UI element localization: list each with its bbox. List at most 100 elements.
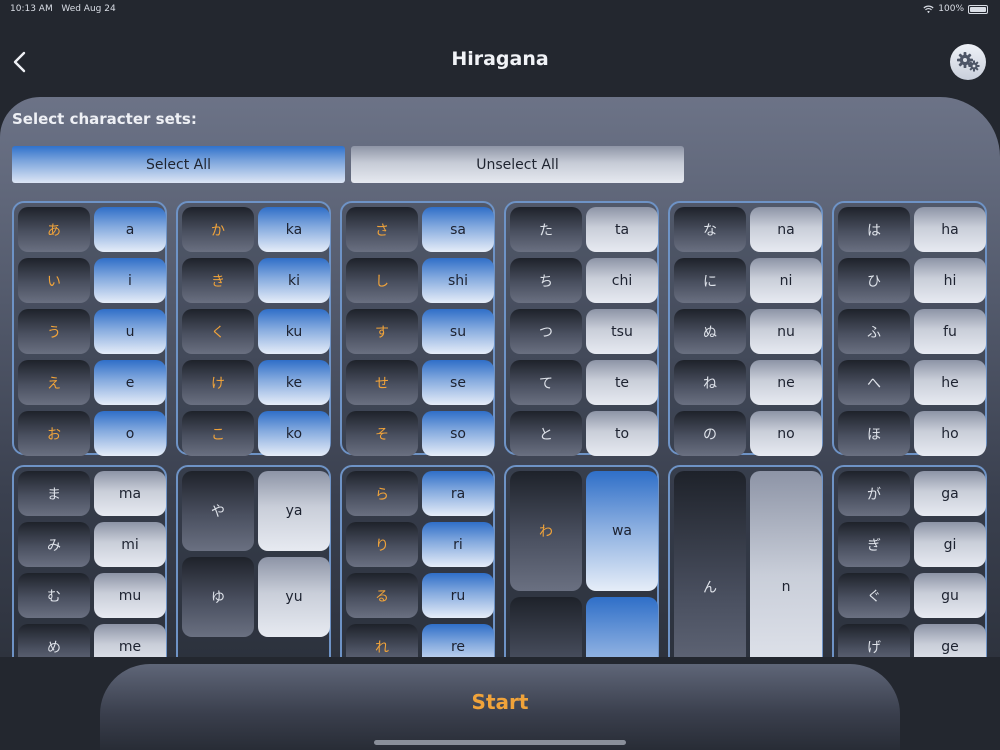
romaji-cell[interactable]: ru: [422, 573, 494, 618]
character-set-group[interactable]: さ sa し shi す su せ se そ so: [340, 201, 495, 456]
kana-cell[interactable]: つ: [510, 309, 582, 354]
romaji-cell[interactable]: na: [750, 207, 822, 252]
character-set-group[interactable]: んn: [668, 465, 823, 657]
romaji-cell[interactable]: me: [94, 624, 166, 657]
romaji-cell[interactable]: ge: [914, 624, 986, 657]
romaji-cell[interactable]: ki: [258, 258, 330, 303]
kana-cell[interactable]: す: [346, 309, 418, 354]
character-set-group[interactable]: な na に ni ぬ nu ね ne の no: [668, 201, 823, 456]
romaji-cell[interactable]: ma: [94, 471, 166, 516]
romaji-cell[interactable]: ha: [914, 207, 986, 252]
romaji-cell[interactable]: yu: [258, 557, 330, 637]
kana-cell[interactable]: わ: [510, 471, 582, 591]
kana-cell[interactable]: は: [838, 207, 910, 252]
kana-cell[interactable]: お: [18, 411, 90, 456]
romaji-cell[interactable]: ri: [422, 522, 494, 567]
romaji-cell[interactable]: e: [94, 360, 166, 405]
romaji-cell[interactable]: ka: [258, 207, 330, 252]
romaji-cell[interactable]: a: [94, 207, 166, 252]
kana-cell[interactable]: に: [674, 258, 746, 303]
character-set-group[interactable]: た ta ち chi つ tsu て te と to: [504, 201, 659, 456]
character-set-group[interactable]: ま ma み mi む mu め me: [12, 465, 167, 657]
kana-cell[interactable]: ひ: [838, 258, 910, 303]
romaji-cell[interactable]: nu: [750, 309, 822, 354]
kana-cell[interactable]: な: [674, 207, 746, 252]
character-set-group[interactable]: か ka き ki く ku け ke こ ko: [176, 201, 331, 456]
kana-cell[interactable]: て: [510, 360, 582, 405]
romaji-cell[interactable]: wa: [586, 471, 658, 591]
start-button[interactable]: Start: [100, 664, 900, 750]
kana-cell[interactable]: あ: [18, 207, 90, 252]
kana-cell[interactable]: ん: [674, 471, 746, 657]
romaji-cell[interactable]: he: [914, 360, 986, 405]
kana-cell[interactable]: ほ: [838, 411, 910, 456]
kana-cell[interactable]: さ: [346, 207, 418, 252]
kana-cell[interactable]: げ: [838, 624, 910, 657]
kana-cell[interactable]: る: [346, 573, 418, 618]
kana-cell[interactable]: と: [510, 411, 582, 456]
kana-cell[interactable]: り: [346, 522, 418, 567]
romaji-cell[interactable]: te: [586, 360, 658, 405]
select-all-button[interactable]: Select All: [12, 146, 345, 183]
kana-cell[interactable]: ち: [510, 258, 582, 303]
romaji-cell[interactable]: n: [750, 471, 822, 657]
kana-cell[interactable]: う: [18, 309, 90, 354]
kana-cell[interactable]: え: [18, 360, 90, 405]
romaji-cell[interactable]: ga: [914, 471, 986, 516]
kana-cell[interactable]: む: [18, 573, 90, 618]
romaji-cell[interactable]: sa: [422, 207, 494, 252]
kana-cell[interactable]: け: [182, 360, 254, 405]
kana-cell-partial[interactable]: [510, 597, 582, 657]
romaji-cell[interactable]: so: [422, 411, 494, 456]
romaji-cell[interactable]: ra: [422, 471, 494, 516]
kana-cell[interactable]: ぎ: [838, 522, 910, 567]
kana-cell[interactable]: こ: [182, 411, 254, 456]
unselect-all-button[interactable]: Unselect All: [351, 146, 684, 183]
romaji-cell[interactable]: ni: [750, 258, 822, 303]
character-set-group[interactable]: や ya ゆ yu: [176, 465, 331, 657]
kana-cell[interactable]: き: [182, 258, 254, 303]
romaji-cell[interactable]: re: [422, 624, 494, 657]
settings-button[interactable]: [950, 44, 986, 80]
romaji-cell[interactable]: ko: [258, 411, 330, 456]
romaji-cell[interactable]: no: [750, 411, 822, 456]
kana-cell[interactable]: ゆ: [182, 557, 254, 637]
romaji-cell[interactable]: hi: [914, 258, 986, 303]
romaji-cell[interactable]: ku: [258, 309, 330, 354]
kana-cell[interactable]: ふ: [838, 309, 910, 354]
romaji-cell[interactable]: fu: [914, 309, 986, 354]
romaji-cell[interactable]: to: [586, 411, 658, 456]
kana-cell[interactable]: か: [182, 207, 254, 252]
kana-cell[interactable]: い: [18, 258, 90, 303]
romaji-cell[interactable]: u: [94, 309, 166, 354]
romaji-cell[interactable]: gi: [914, 522, 986, 567]
kana-cell[interactable]: ぐ: [838, 573, 910, 618]
romaji-cell-partial[interactable]: [586, 597, 658, 657]
romaji-cell[interactable]: ta: [586, 207, 658, 252]
romaji-cell[interactable]: i: [94, 258, 166, 303]
character-set-group[interactable]: が ga ぎ gi ぐ gu げ ge: [832, 465, 987, 657]
romaji-cell[interactable]: ne: [750, 360, 822, 405]
character-set-group[interactable]: わ wa: [504, 465, 659, 657]
romaji-cell[interactable]: mi: [94, 522, 166, 567]
romaji-cell[interactable]: su: [422, 309, 494, 354]
romaji-cell[interactable]: gu: [914, 573, 986, 618]
kana-cell[interactable]: せ: [346, 360, 418, 405]
character-set-group[interactable]: は ha ひ hi ふ fu へ he ほ ho: [832, 201, 987, 456]
romaji-cell[interactable]: shi: [422, 258, 494, 303]
romaji-cell[interactable]: ho: [914, 411, 986, 456]
romaji-cell[interactable]: ya: [258, 471, 330, 551]
romaji-cell[interactable]: o: [94, 411, 166, 456]
kana-cell[interactable]: し: [346, 258, 418, 303]
kana-cell[interactable]: へ: [838, 360, 910, 405]
kana-cell[interactable]: ね: [674, 360, 746, 405]
kana-cell[interactable]: の: [674, 411, 746, 456]
kana-cell[interactable]: く: [182, 309, 254, 354]
kana-cell[interactable]: ら: [346, 471, 418, 516]
kana-cell[interactable]: ぬ: [674, 309, 746, 354]
romaji-cell[interactable]: se: [422, 360, 494, 405]
character-set-group[interactable]: ら ra り ri る ru れ re: [340, 465, 495, 657]
kana-cell[interactable]: み: [18, 522, 90, 567]
romaji-cell[interactable]: chi: [586, 258, 658, 303]
kana-cell[interactable]: た: [510, 207, 582, 252]
